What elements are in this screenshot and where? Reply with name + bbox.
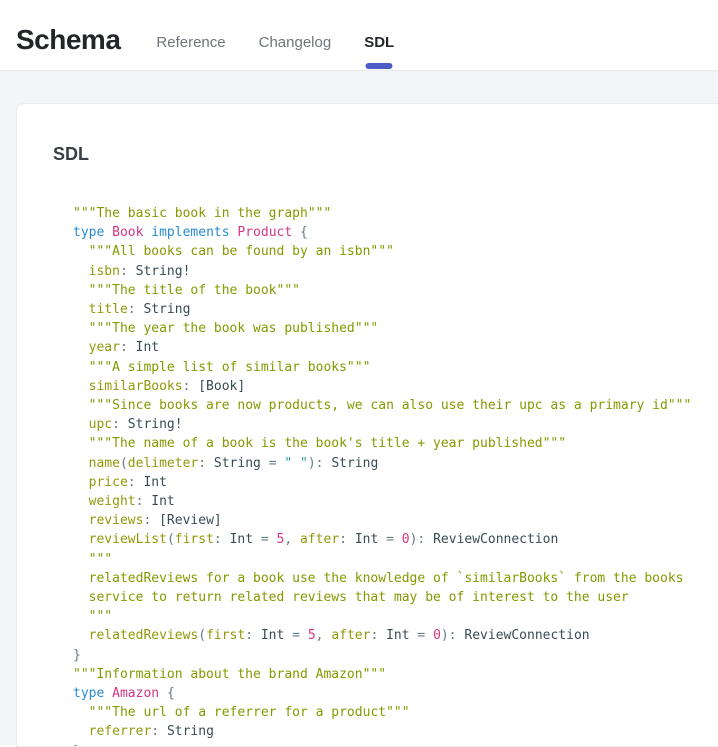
code-line: similarBooks: [Book] [73,377,718,396]
code-line: """The basic book in the graph""" [73,204,718,223]
code-line: name(delimeter: String = " "): String [73,454,718,473]
sdl-code-block: """The basic book in the graph"""type Bo… [53,204,718,747]
page-header: Schema Reference Changelog SDL [0,0,718,71]
code-line: year: Int [73,338,718,357]
code-line: """ [73,550,718,569]
code-line: """The year the book was published""" [73,319,718,338]
code-line: reviewList(first: Int = 5, after: Int = … [73,530,718,549]
code-line: title: String [73,300,718,319]
code-line: """Information about the brand Amazon""" [73,665,718,684]
tab-reference[interactable]: Reference [151,0,230,70]
tab-bar: Reference Changelog SDL [151,0,399,70]
code-line: type Amazon { [73,684,718,703]
code-line: """Since books are now products, we can … [73,396,718,415]
code-line: price: Int [73,473,718,492]
code-line: upc: String! [73,415,718,434]
code-line: type Book implements Product { [73,223,718,242]
sdl-card: SDL """The basic book in the graph"""typ… [16,103,718,747]
code-line: """A simple list of similar books""" [73,358,718,377]
code-line: referrer: String [73,722,718,741]
code-line: """All books can be found by an isbn""" [73,242,718,261]
code-line: """The url of a referrer for a product""… [73,703,718,722]
code-line: weight: Int [73,492,718,511]
code-line: """The title of the book""" [73,281,718,300]
schema-page: Schema Reference Changelog SDL SDL """Th… [0,0,718,71]
code-line: relatedReviews(first: Int = 5, after: In… [73,626,718,645]
tab-changelog[interactable]: Changelog [254,0,337,70]
tab-sdl[interactable]: SDL [359,0,399,70]
active-tab-indicator [366,63,393,69]
code-line: relatedReviews for a book use the knowle… [73,569,718,588]
code-line: } [73,646,718,665]
tab-reference-label: Reference [156,34,225,51]
page-title: Schema [16,24,120,56]
code-line: reviews: [Review] [73,511,718,530]
code-line: service to return related reviews that m… [73,588,718,607]
code-line: """The name of a book is the book's titl… [73,434,718,453]
section-heading: SDL [53,144,718,165]
code-line: """ [73,607,718,626]
content-area: SDL """The basic book in the graph"""typ… [0,71,718,745]
tab-changelog-label: Changelog [259,34,332,51]
tab-sdl-label: SDL [364,34,394,51]
code-line: isbn: String! [73,262,718,281]
code-line: } [73,742,718,747]
